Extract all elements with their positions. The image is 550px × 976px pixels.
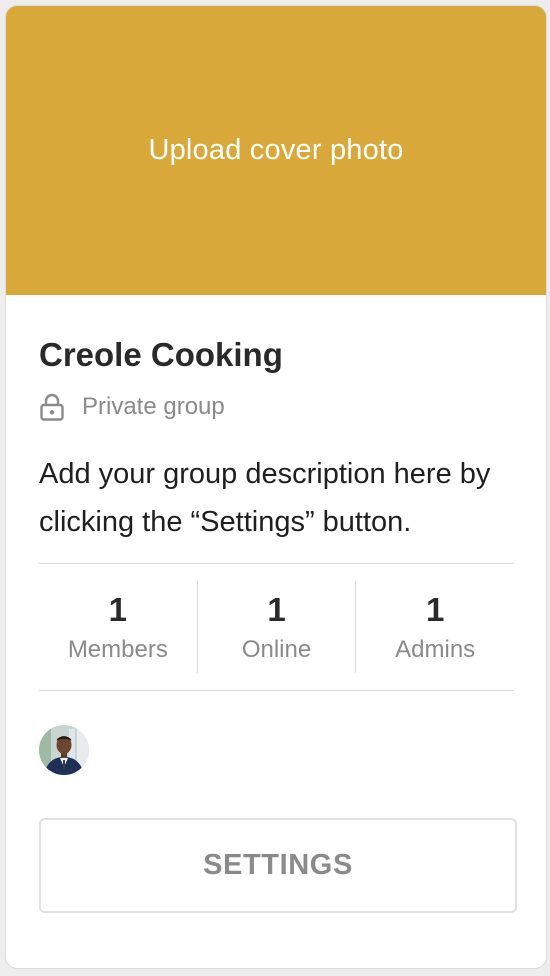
member-avatars xyxy=(39,691,514,809)
group-description: Add your group description here by click… xyxy=(39,458,491,538)
lock-icon xyxy=(39,393,65,421)
stat-members[interactable]: 1 Members xyxy=(39,581,197,673)
stat-admins[interactable]: 1 Admins xyxy=(355,581,514,673)
settings-button[interactable]: SETTINGS xyxy=(39,818,517,913)
group-stats: 1 Members 1 Online 1 Admins xyxy=(39,564,514,690)
stat-admins-value: 1 xyxy=(426,591,445,628)
privacy-label: Private group xyxy=(82,393,225,420)
stat-online[interactable]: 1 Online xyxy=(196,581,356,673)
upload-cover-photo[interactable]: Upload cover photo xyxy=(6,6,546,295)
stat-members-label: Members xyxy=(67,636,168,663)
stat-online-value: 1 xyxy=(267,591,286,628)
stat-admins-label: Admins xyxy=(395,636,476,663)
group-name: Creole Cooking xyxy=(39,336,283,373)
group-card: Upload cover photo Creole Cooking Privat… xyxy=(5,5,547,969)
member-avatar[interactable] xyxy=(39,725,89,775)
group-card-body: Creole Cooking Private group Add your gr… xyxy=(6,336,546,913)
stat-online-label: Online xyxy=(241,636,312,663)
upload-cover-photo-label: Upload cover photo xyxy=(148,134,404,166)
privacy-status: Private group xyxy=(39,393,514,421)
stat-members-value: 1 xyxy=(108,591,128,628)
